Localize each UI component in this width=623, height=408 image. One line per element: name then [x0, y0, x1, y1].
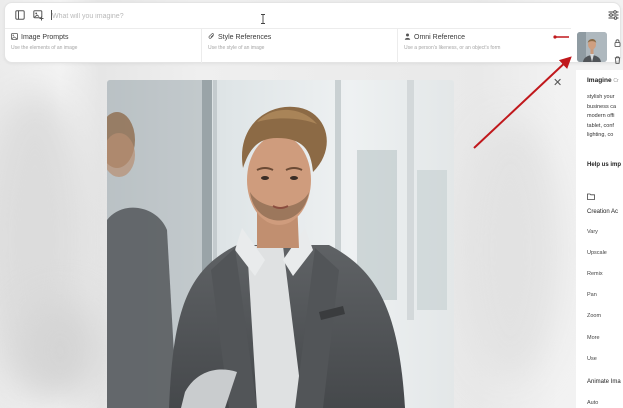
remix-action[interactable]: Remix [587, 271, 603, 277]
omni-reference-option[interactable]: Omni Reference Use a person's likeness, … [397, 29, 593, 63]
style-references-title: Style References [218, 34, 272, 41]
trash-icon[interactable] [614, 51, 621, 69]
reference-options: Image Prompts Use the elements of an ima… [5, 28, 571, 63]
omni-reference-subtitle: Use a person's likeness, or an object's … [404, 45, 501, 51]
person-icon [404, 33, 411, 42]
image-prompts-subtitle: Use the elements of an image [11, 45, 78, 51]
details-panel: Imagine Cr stylish your business ca mode… [576, 70, 623, 408]
prompt-line: tablet, conf [587, 122, 614, 129]
vary-action[interactable]: Vary [587, 229, 598, 235]
more-action[interactable]: More [587, 335, 600, 341]
image-panel-icon[interactable] [14, 9, 26, 21]
close-icon[interactable]: ✕ [553, 76, 562, 89]
prompt-input[interactable] [52, 9, 452, 23]
sliders-icon[interactable] [607, 9, 619, 21]
image-icon [11, 33, 18, 42]
panel-title-suffix: Cr [613, 78, 619, 84]
prompt-text: stylish your business ca modern offi tab… [587, 93, 616, 141]
auto-action[interactable]: Auto [587, 400, 598, 406]
mouse-ibeam-cursor-icon [260, 11, 266, 29]
prompt-line: business ca [587, 103, 617, 110]
image-prompts-option[interactable]: Image Prompts Use the elements of an ima… [5, 29, 201, 63]
prompt-bar [5, 3, 620, 27]
omni-reference-thumbnail[interactable] [577, 32, 607, 62]
image-prompts-title: Image Prompts [21, 34, 69, 41]
image-add-icon[interactable] [32, 9, 44, 21]
prompt-line: stylish your [587, 94, 615, 100]
pan-action[interactable]: Pan [587, 292, 597, 298]
omni-reference-title: Omni Reference [414, 34, 465, 41]
generated-image[interactable] [107, 80, 454, 408]
zoom-action[interactable]: Zoom [587, 313, 601, 319]
upscale-action[interactable]: Upscale [587, 250, 607, 256]
creation-actions-label: Creation Ac [587, 209, 619, 215]
folder-icon[interactable] [587, 187, 595, 205]
use-action[interactable]: Use [587, 356, 597, 362]
style-references-subtitle: Use the style of an image [208, 45, 265, 51]
prompt-panel: Image Prompts Use the elements of an ima… [4, 2, 621, 64]
paperclip-icon [208, 33, 215, 42]
style-references-option[interactable]: Style References Use the style of an ima… [201, 29, 397, 63]
prompt-line: modern offi [587, 113, 615, 119]
help-us-improve-label: Help us imp [587, 162, 622, 168]
panel-title: Imagine Cr [587, 77, 619, 84]
prompt-line: lighting, co [587, 132, 614, 138]
animate-image-label: Animate Ima [587, 379, 621, 385]
lock-icon[interactable] [614, 34, 621, 52]
